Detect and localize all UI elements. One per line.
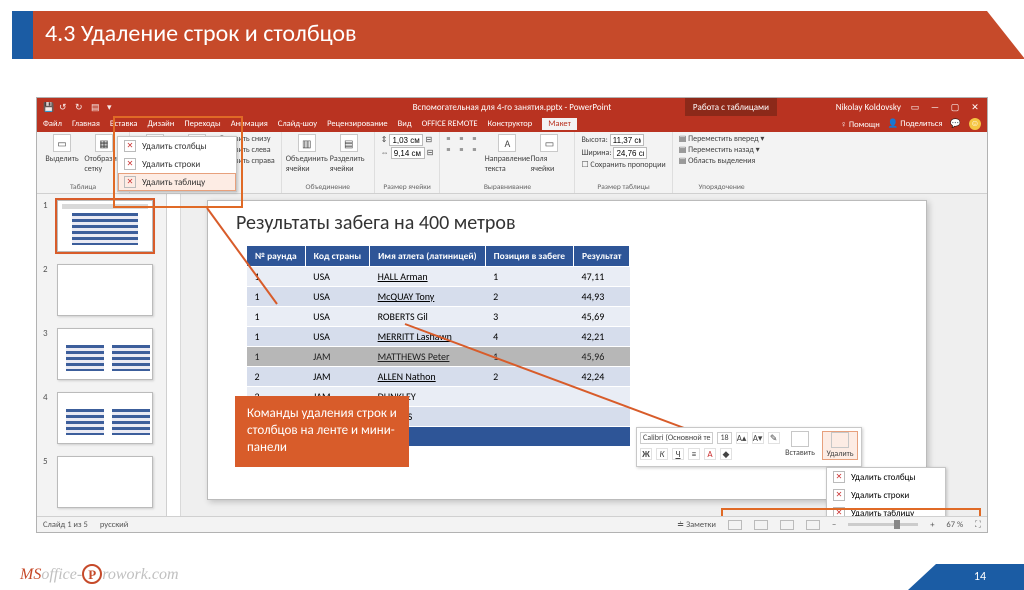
notes-button[interactable]: ≐ Заметки <box>677 520 716 530</box>
tab-trans[interactable]: Переходы <box>184 119 220 129</box>
table-height[interactable]: Высота: <box>581 134 665 146</box>
ctx-delete-columns[interactable]: ✕Удалить столбцы <box>827 468 945 486</box>
minimize-button[interactable]: — <box>929 102 941 113</box>
font-color-icon[interactable]: A <box>704 448 716 460</box>
thumbnail-2[interactable]: 2 <box>43 264 160 316</box>
text-direction-button[interactable]: AНаправление текста <box>488 134 526 174</box>
tab-view[interactable]: Вид <box>398 119 412 129</box>
col-width[interactable]: ⇔ ⊟ <box>381 147 434 159</box>
delete-table[interactable]: ✕Удалить таблицу <box>118 173 236 191</box>
mini-toolbar[interactable]: Calibri (Основной те 18 A▴ A▾ ✎ Ж К Ч ≡ … <box>636 427 862 467</box>
bold-icon[interactable]: Ж <box>640 448 652 460</box>
fit-to-window-icon[interactable]: ⛶ <box>975 520 981 530</box>
title-bar: 💾↺↻▤▾ Вспомогательная для 4-го занятия.p… <box>37 98 987 116</box>
font-name[interactable]: Calibri (Основной те <box>640 432 713 444</box>
font-size[interactable]: 18 <box>717 432 731 444</box>
ribbon-tabs: Файл Главная Вставка Дизайн Переходы Ани… <box>37 116 987 132</box>
zoom-level[interactable]: 67 % <box>946 520 963 530</box>
thumbnail-4[interactable]: 4 <box>43 392 160 444</box>
row-height[interactable]: ⇕ ⊟ <box>381 134 434 146</box>
mini-insert-button[interactable]: Вставить <box>782 431 818 460</box>
slideshow-view-icon[interactable] <box>806 520 820 530</box>
lock-aspect[interactable]: ☐ Сохранить пропорции <box>581 160 665 170</box>
context-delete-dropdown: ✕Удалить столбцы ✕Удалить строки ✕Удалит… <box>826 467 946 516</box>
sorter-view-icon[interactable] <box>754 520 768 530</box>
tab-home[interactable]: Главная <box>72 119 100 129</box>
language[interactable]: русский <box>100 520 129 530</box>
user-name[interactable]: Nikolay Koldovsky <box>836 102 901 113</box>
comments-icon[interactable]: 💬 <box>950 119 961 129</box>
maximize-button[interactable]: ▢ <box>949 102 961 113</box>
ctx-delete-rows[interactable]: ✕Удалить строки <box>827 486 945 504</box>
footer-logo: MSoffice-Prowork.com <box>20 564 179 584</box>
ribbon: ▭Выделить ▦Отобразить сетку Таблица ✕Уда… <box>37 132 987 194</box>
split-cells-button[interactable]: ▤Разделить ячейки <box>330 134 368 174</box>
delete-dropdown: ✕Удалить столбцы ✕Удалить строки ✕Удалит… <box>117 136 237 192</box>
zoom-slider[interactable] <box>848 523 918 526</box>
ribbon-options-icon[interactable]: ▭ <box>909 102 921 113</box>
thumbnail-5[interactable]: 5 <box>43 456 160 508</box>
slide-thumbnails: 1 2 3 4 5 <box>37 194 167 516</box>
slide-title-bar: 4.3 Удаление строк и столбцов <box>0 11 1024 63</box>
zoom-in[interactable]: + <box>930 520 934 530</box>
cell-margins-button[interactable]: ▭Поля ячейки <box>530 134 568 174</box>
italic-icon[interactable]: К <box>656 448 668 460</box>
fill-color-icon[interactable]: ◆ <box>720 448 732 460</box>
grow-font-icon[interactable]: A▴ <box>736 432 748 444</box>
close-button[interactable]: ✕ <box>969 102 981 113</box>
format-painter-icon[interactable]: ✎ <box>768 432 780 444</box>
mini-delete-button[interactable]: Удалить <box>822 431 858 460</box>
send-backward[interactable]: ▤ Переместить назад ▾ <box>679 145 765 155</box>
powerpoint-window: 💾↺↻▤▾ Вспомогательная для 4-го занятия.p… <box>36 97 988 533</box>
ribbon-group-merge: ▥Объединить ячейки ▤Разделить ячейки Объ… <box>282 132 375 193</box>
reading-view-icon[interactable] <box>780 520 794 530</box>
ctx-delete-table[interactable]: ✕Удалить таблицу <box>827 504 945 516</box>
tab-file[interactable]: Файл <box>43 119 62 129</box>
selection-pane[interactable]: ▤ Область выделения <box>679 156 765 166</box>
tab-layout[interactable]: Макет <box>542 118 577 130</box>
annotation-callout: Команды удаления строк и столбцов на лен… <box>235 396 409 467</box>
ribbon-group-arrange: ▤ Переместить вперед ▾ ▤ Переместить наз… <box>673 132 771 193</box>
smiley-icon[interactable]: ☺ <box>969 118 981 130</box>
merge-cells-button[interactable]: ▥Объединить ячейки <box>288 134 326 174</box>
align-buttons[interactable]: ≡≡≡≡≡≡ <box>446 134 484 155</box>
tab-remote[interactable]: OFFICE REMOTE <box>422 119 478 129</box>
tab-design[interactable]: Дизайн <box>147 119 174 129</box>
ribbon-group-table-size: Высота: Ширина: ☐ Сохранить пропорции Ра… <box>575 132 672 193</box>
delete-rows[interactable]: ✕Удалить строки <box>118 155 236 173</box>
contextual-tab-label: Работа с таблицами <box>685 98 777 116</box>
tab-constructor[interactable]: Конструктор <box>488 119 533 129</box>
bring-forward[interactable]: ▤ Переместить вперед ▾ <box>679 134 765 144</box>
share-button[interactable]: 👤 Поделиться <box>888 119 943 129</box>
ribbon-group-alignment: ≡≡≡≡≡≡ AНаправление текста ▭Поля ячейки … <box>440 132 575 193</box>
thumbnail-3[interactable]: 3 <box>43 328 160 380</box>
underline-icon[interactable]: Ч <box>672 448 684 460</box>
slide-counter[interactable]: Слайд 1 из 5 <box>43 520 88 530</box>
tab-show[interactable]: Слайд-шоу <box>278 119 317 129</box>
align-icon[interactable]: ≡ <box>688 448 700 460</box>
tab-insert[interactable]: Вставка <box>110 119 138 129</box>
status-bar: Слайд 1 из 5 русский ≐ Заметки − + 67 % … <box>37 516 987 532</box>
tab-review[interactable]: Рецензирование <box>327 119 387 129</box>
select-button[interactable]: ▭Выделить <box>43 134 81 164</box>
zoom-out[interactable]: − <box>832 520 836 530</box>
table-width[interactable]: Ширина: <box>581 147 665 159</box>
normal-view-icon[interactable] <box>728 520 742 530</box>
delete-columns[interactable]: ✕Удалить столбцы <box>118 137 236 155</box>
page-number: 14 <box>936 564 1024 590</box>
tab-anim[interactable]: Анимация <box>231 119 268 129</box>
ribbon-group-cell-size: ⇕ ⊟ ⇔ ⊟ Размер ячейки <box>375 132 441 193</box>
slide-canvas[interactable]: Результаты забега на 400 метров № раунда… <box>167 194 987 516</box>
tell-me[interactable]: ♀ Помощн <box>841 119 880 130</box>
thumbnail-1[interactable]: 1 <box>43 200 160 252</box>
shrink-font-icon[interactable]: A▾ <box>752 432 764 444</box>
slide-title: 4.3 Удаление строк и столбцов <box>33 11 1024 59</box>
